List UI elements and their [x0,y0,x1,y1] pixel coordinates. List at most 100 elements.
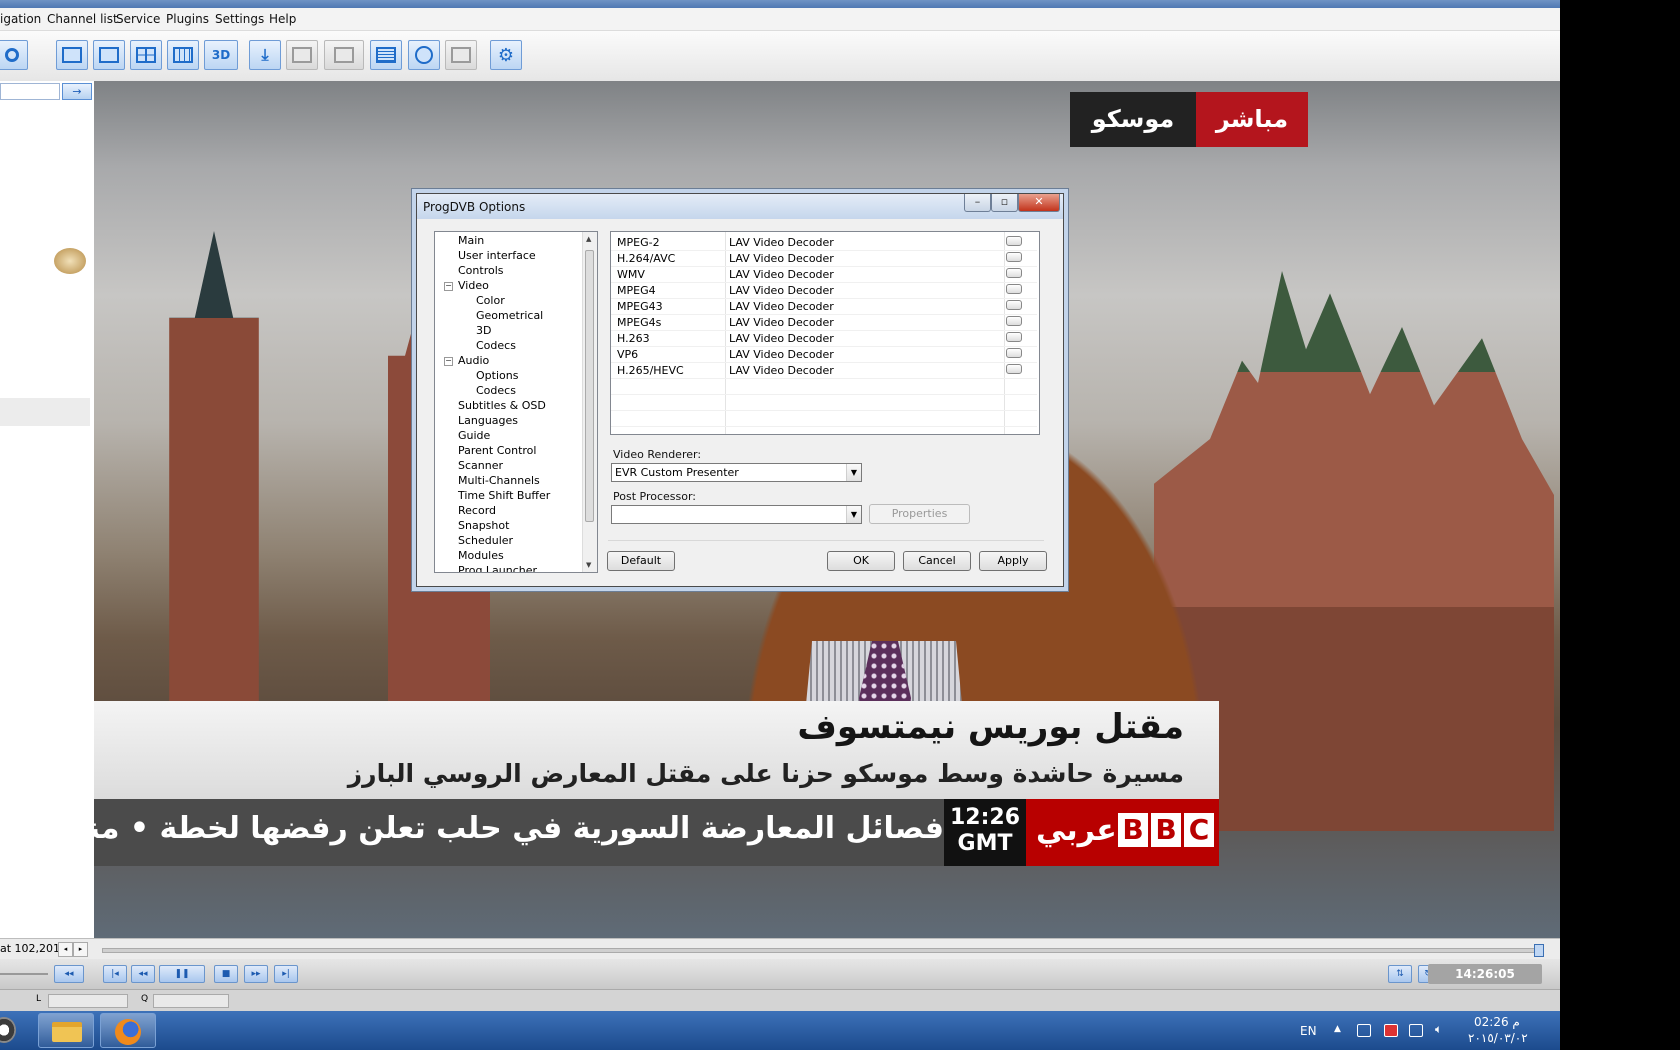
menu-plugins[interactable]: Plugins [166,12,209,26]
tree-item-controls[interactable]: Controls [458,264,504,277]
toolbar-button[interactable]: ⤓ [249,40,281,70]
channel-filter-input[interactable] [0,83,60,100]
tree-item-parent-control[interactable]: Parent Control [458,444,536,457]
codec-settings-button[interactable] [1006,316,1022,326]
tree-item-video[interactable]: Video [458,279,489,292]
codec-settings-button[interactable] [1006,348,1022,358]
tree-item-record[interactable]: Record [458,504,496,517]
codec-settings-button[interactable] [1006,284,1022,294]
toolbar-button[interactable] [0,40,28,70]
tray-app-icon[interactable] [1357,1024,1371,1037]
codec-list[interactable]: MPEG-2 LAV Video Decoder H.264/AVC LAV Vide… [610,231,1040,435]
tree-item-languages[interactable]: Languages [458,414,518,427]
volume-icon[interactable]: 🔈︎ [1435,1022,1442,1037]
tree-item-audio[interactable]: Audio [458,354,489,367]
toolbar-button[interactable] [408,40,440,70]
taskbar-firefox[interactable] [100,1013,156,1048]
tree-item-snapshot[interactable]: Snapshot [458,519,509,532]
codec-settings-button[interactable] [1006,300,1022,310]
codec-row[interactable]: VP6 LAV Video Decoder [611,346,1037,362]
codec-row[interactable]: H.265/HEVC LAV Video Decoder [611,362,1037,378]
pause-button[interactable]: ❚❚ [159,965,205,983]
tree-item-color[interactable]: Color [476,294,505,307]
channel-logo-icon[interactable] [54,248,86,274]
seek-thumb[interactable] [1534,944,1544,957]
stop-button[interactable]: ■ [214,965,238,983]
toolbar-button[interactable] [56,40,88,70]
network-icon[interactable] [1409,1024,1423,1037]
toolbar-button[interactable] [445,40,477,70]
toolbar-button-3d[interactable]: 3D [204,40,238,70]
codec-row[interactable]: MPEG4s LAV Video Decoder [611,314,1037,330]
tree-item-scheduler[interactable]: Scheduler [458,534,513,547]
rewind-button[interactable]: ◂◂ [131,965,155,983]
close-button[interactable]: ✕ [1018,194,1060,212]
skip-start-button[interactable]: |◂ [103,965,127,983]
menu-settings[interactable]: Settings [215,12,264,26]
codec-row[interactable]: H.263 LAV Video Decoder [611,330,1037,346]
scroll-down-icon[interactable]: ▼ [586,561,591,569]
codec-settings-button[interactable] [1006,332,1022,342]
tree-collapse-icon[interactable]: − [444,282,453,291]
codec-settings-button[interactable] [1006,252,1022,262]
cancel-button[interactable]: Cancel [903,551,971,571]
taskbar-explorer[interactable] [38,1013,94,1048]
tree-item-multi-channels[interactable]: Multi-Channels [458,474,540,487]
scroll-right-icon[interactable]: ▸ [73,942,88,957]
taskbar-clock-time[interactable]: 02:26 م [1474,1015,1520,1029]
timeshift-button[interactable]: ⇅ [1388,965,1412,983]
menu-channel-list[interactable]: Channel list [47,12,118,26]
toolbar-button[interactable] [167,40,199,70]
tree-collapse-icon[interactable]: − [444,357,453,366]
post-processor-select[interactable]: ▼ [611,505,862,524]
input-language[interactable]: EN [1300,1024,1317,1038]
tree-scroll-thumb[interactable] [585,250,594,522]
left-volume-slider[interactable] [48,994,128,1008]
default-button[interactable]: Default [607,551,675,571]
codec-settings-button[interactable] [1006,268,1022,278]
tree-item-3d[interactable]: 3D [476,324,491,337]
tree-item-scanner[interactable]: Scanner [458,459,503,472]
codec-settings-button[interactable] [1006,236,1022,246]
tree-item-prog-launcher[interactable]: Prog Launcher [458,564,537,572]
codec-row[interactable]: H.264/AVC LAV Video Decoder [611,250,1037,266]
panel-toggle-button[interactable]: → [62,83,92,100]
right-volume-slider[interactable] [153,994,229,1008]
seek-track[interactable] [102,948,1544,953]
selected-channel-row[interactable] [0,398,90,426]
start-button[interactable] [0,1017,16,1043]
taskbar-clock-date[interactable]: ٢٠١٥/٠٣/٠٢ [1468,1031,1528,1045]
toolbar-button[interactable] [286,40,318,70]
codec-row[interactable]: WMV LAV Video Decoder [611,266,1037,282]
tree-item-user-interface[interactable]: User interface [458,249,536,262]
scroll-up-icon[interactable]: ▲ [586,235,591,243]
tree-item-options[interactable]: Options [476,369,518,382]
scroll-left-icon[interactable]: ◂ [58,942,73,957]
toolbar-button[interactable]: ⚙ [490,40,522,70]
codec-row[interactable]: MPEG4 LAV Video Decoder [611,282,1037,298]
skip-end-button[interactable]: ▸| [274,965,298,983]
tree-item-main[interactable]: Main [458,234,484,247]
action-center-icon[interactable] [1384,1024,1398,1037]
apply-button[interactable]: Apply [979,551,1047,571]
menu-service[interactable]: Service [116,12,160,26]
tree-item-codecs[interactable]: Codecs [476,384,516,397]
tree-item-guide[interactable]: Guide [458,429,490,442]
tree-item-time-shift-buffer[interactable]: Time Shift Buffer [458,489,550,502]
minimize-button[interactable]: – [964,194,991,212]
options-tree[interactable]: Main User interface Controls − Video Color Geo… [434,231,598,573]
codec-row[interactable]: MPEG-2 LAV Video Decoder [611,234,1037,250]
toolbar-button[interactable] [130,40,162,70]
tree-item-modules[interactable]: Modules [458,549,504,562]
menu-navigation[interactable]: igation [0,12,41,26]
panel-splitter[interactable] [0,973,48,975]
tree-item-geometrical[interactable]: Geometrical [476,309,543,322]
fast-forward-button[interactable]: ▸▸ [244,965,268,983]
properties-button[interactable]: Properties [869,504,970,524]
maximize-button[interactable]: ▫ [991,194,1018,212]
menu-help[interactable]: Help [269,12,296,26]
toolbar-button[interactable] [93,40,125,70]
video-renderer-select[interactable]: EVR Custom Presenter ▼ [611,463,862,482]
codec-row[interactable]: MPEG43 LAV Video Decoder [611,298,1037,314]
codec-settings-button[interactable] [1006,364,1022,374]
